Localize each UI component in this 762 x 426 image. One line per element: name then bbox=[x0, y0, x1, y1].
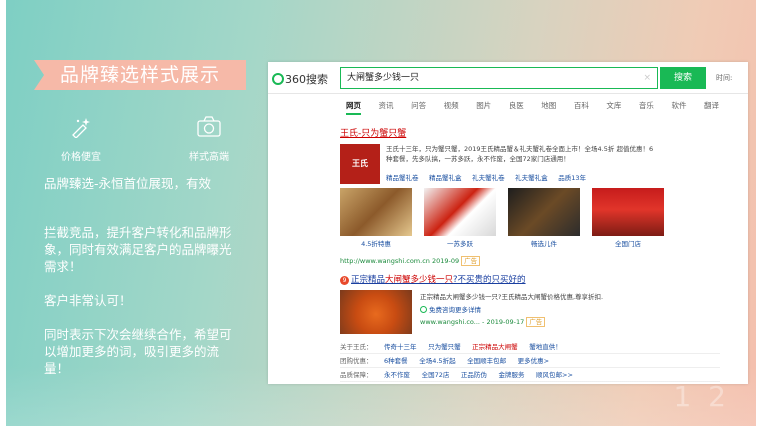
search-query: 大闸蟹多少钱一只 bbox=[347, 73, 420, 83]
search-input[interactable]: 大闸蟹多少钱一只 × bbox=[340, 67, 658, 89]
info-rows: 关于王氏： 传奇十三年 只为蟹只蟹 正宗精品大闸蟹 蟹地直供！ 团购优惠： 6种… bbox=[340, 340, 720, 382]
tab-wenku[interactable]: 文库 bbox=[606, 100, 621, 111]
search-logo[interactable]: 360搜索 bbox=[272, 71, 328, 87]
result-2-sublink[interactable]: 免费咨询更多详情 bbox=[420, 304, 481, 314]
tab-webpage[interactable]: 网页 bbox=[346, 100, 361, 115]
row-key: 团购优惠： bbox=[340, 357, 373, 365]
tab-video[interactable]: 视频 bbox=[444, 100, 459, 111]
result-1-title-link[interactable]: 王氏-只为蟹只蟹 bbox=[340, 126, 406, 139]
feature-price-label: 价格便宜 bbox=[61, 152, 101, 163]
result-badge-icon: 9 bbox=[340, 276, 349, 285]
slide: 品牌臻选样式展示 价格便宜 样式高端 品牌臻选-永恒首位展现，有效 拦截竞品，提… bbox=[6, 0, 756, 426]
tab-news[interactable]: 资讯 bbox=[379, 100, 394, 111]
thumbnail-store[interactable]: 全国门店 bbox=[592, 188, 664, 248]
result-2-title-pre: 正宗精品 bbox=[351, 275, 386, 285]
result-1-thumbnails: 4.5折特惠 一苏多跃 畅选儿件 全国门店 bbox=[340, 188, 664, 248]
tab-qa[interactable]: 问答 bbox=[411, 100, 426, 111]
brand-logo[interactable]: 王氏 bbox=[340, 144, 380, 184]
ad-tag: 广告 bbox=[526, 317, 546, 327]
thumbnail-gift-box[interactable]: 4.5折特惠 bbox=[340, 188, 412, 248]
tab-images[interactable]: 图片 bbox=[476, 100, 491, 111]
tab-baike[interactable]: 百科 bbox=[574, 100, 589, 111]
row-link[interactable]: 6种套餐 bbox=[384, 354, 408, 368]
row-link[interactable]: 金牌服务 bbox=[498, 368, 524, 382]
result-1-sitelinks: 精品蟹礼卷 精品蟹礼盒 礼夫蟹礼卷 礼夫蟹礼盒 品质13年 bbox=[386, 172, 594, 182]
tab-translate[interactable]: 翻译 bbox=[704, 100, 719, 111]
result-2-description: 正宗精品大闸蟹多少钱一只?王氏精品大闸蟹价格优惠,尊享折扣. bbox=[420, 293, 604, 301]
crab-image[interactable] bbox=[340, 290, 412, 334]
camera-icon bbox=[197, 116, 221, 137]
tab-music[interactable]: 音乐 bbox=[639, 100, 654, 111]
tab-software[interactable]: 软件 bbox=[671, 100, 686, 111]
thumbnail-caption[interactable]: 畅选儿件 bbox=[508, 238, 580, 248]
row-link[interactable]: 永不作废 bbox=[384, 368, 410, 382]
consult-icon bbox=[420, 306, 427, 313]
paragraph-1: 品牌臻选-永恒首位展现，有效 bbox=[44, 176, 212, 191]
tab-doctor[interactable]: 良医 bbox=[509, 100, 524, 111]
sitelink[interactable]: 精品蟹礼盒 bbox=[429, 172, 462, 182]
result-2-title-highlight: 大闸蟹多少钱一只 bbox=[385, 275, 454, 285]
thumbnail-caption[interactable]: 4.5折特惠 bbox=[340, 238, 412, 248]
time-filter[interactable]: 时间: bbox=[716, 73, 732, 83]
row-link[interactable]: 正品防伪 bbox=[461, 368, 487, 382]
result-2-title-post: ?不买贵的只买好的 bbox=[453, 275, 526, 285]
row-link[interactable]: 全场4.5折起 bbox=[419, 354, 455, 368]
logo-text: 360搜索 bbox=[285, 73, 328, 86]
row-link[interactable]: 全国顺丰包邮 bbox=[467, 354, 506, 368]
result-1-url[interactable]: http://www.wangshi.com.cn 2019-09 广告 bbox=[340, 255, 481, 266]
paragraph-4: 同时表示下次会继续合作，希望可以增加更多的词，吸引更多的流量！ bbox=[44, 327, 232, 376]
tab-map[interactable]: 地图 bbox=[541, 100, 556, 111]
info-row-about: 关于王氏： 传奇十三年 只为蟹只蟹 正宗精品大闸蟹 蟹地直供！ bbox=[340, 340, 720, 354]
sparkle-pen-icon bbox=[72, 118, 90, 138]
thumbnail-cutlery[interactable]: 畅选儿件 bbox=[508, 188, 580, 248]
paragraph-2: 拦截竞品，提升客户转化和品牌形象，同时有效满足客户的品牌曝光需求！ bbox=[44, 225, 232, 274]
sitelink[interactable]: 精品蟹礼卷 bbox=[386, 172, 419, 182]
thumbnail-caption[interactable]: 一苏多跃 bbox=[424, 238, 496, 248]
sitelink[interactable]: 品质13年 bbox=[558, 172, 586, 182]
logo-ring-icon bbox=[272, 73, 284, 85]
info-row-quality: 品质保障： 永不作废 全国72店 正品防伪 金牌服务 顺风包邮>> bbox=[340, 368, 720, 382]
sitelink[interactable]: 礼夫蟹礼盒 bbox=[515, 172, 548, 182]
row-link[interactable]: 顺风包邮>> bbox=[536, 368, 573, 382]
row-link[interactable]: 传奇十三年 bbox=[384, 340, 417, 354]
search-tabs: 网页 资讯 问答 视频 图片 良医 地图 百科 文库 音乐 软件 翻译 bbox=[346, 100, 734, 115]
search-button[interactable]: 搜索 bbox=[660, 67, 706, 89]
paragraph-3: 客户非常认可！ bbox=[44, 293, 132, 308]
sitelink[interactable]: 礼夫蟹礼卷 bbox=[472, 172, 505, 182]
info-row-promo: 团购优惠： 6种套餐 全场4.5折起 全国顺丰包邮 更多优惠> bbox=[340, 354, 720, 368]
feature-style: 样式高端 bbox=[174, 116, 244, 163]
feature-style-label: 样式高端 bbox=[189, 152, 229, 163]
row-key: 关于王氏： bbox=[340, 343, 373, 351]
result-1-url-text: http://www.wangshi.com.cn 2019-09 bbox=[340, 257, 460, 265]
result-2-sublink-text: 免费咨询更多详情 bbox=[429, 306, 481, 314]
result-2-title-link[interactable]: 9 正宗精品大闸蟹多少钱一只?不买贵的只买好的 bbox=[340, 273, 526, 285]
result-2-url-text: www.wangshi.co... - 2019-09-17 bbox=[420, 318, 525, 326]
thumbnail-caption[interactable]: 全国门店 bbox=[592, 238, 664, 248]
feature-icons: 价格便宜 样式高端 bbox=[46, 116, 246, 170]
thumbnail-coupon[interactable]: 一苏多跃 bbox=[424, 188, 496, 248]
row-link[interactable]: 正宗精品大闸蟹 bbox=[472, 340, 518, 354]
ad-tag: 广告 bbox=[461, 256, 481, 266]
clear-icon[interactable]: × bbox=[643, 68, 651, 88]
feature-price: 价格便宜 bbox=[46, 116, 116, 163]
page-number-watermark: 1 2 bbox=[673, 380, 730, 413]
row-link[interactable]: 只为蟹只蟹 bbox=[428, 340, 461, 354]
slide-title-banner: 品牌臻选样式展示 bbox=[34, 60, 246, 90]
result-2-url[interactable]: www.wangshi.co... - 2019-09-17 广告 bbox=[420, 316, 546, 327]
search-header: 360搜索 大闸蟹多少钱一只 × 搜索 时间: bbox=[268, 62, 748, 94]
search-result-screenshot: 360搜索 大闸蟹多少钱一只 × 搜索 时间: 网页 资讯 问答 视频 图片 良… bbox=[268, 62, 748, 384]
row-link[interactable]: 全国72店 bbox=[422, 368, 450, 382]
row-link[interactable]: 更多优惠> bbox=[518, 354, 549, 368]
row-link[interactable]: 蟹地直供！ bbox=[529, 340, 562, 354]
result-1-description: 王氏十三年，只为蟹只蟹，2019王氏精品蟹＆礼夫蟹礼卷全面上市！全场4.5折 超… bbox=[386, 145, 654, 163]
row-key: 品质保障： bbox=[340, 371, 373, 379]
